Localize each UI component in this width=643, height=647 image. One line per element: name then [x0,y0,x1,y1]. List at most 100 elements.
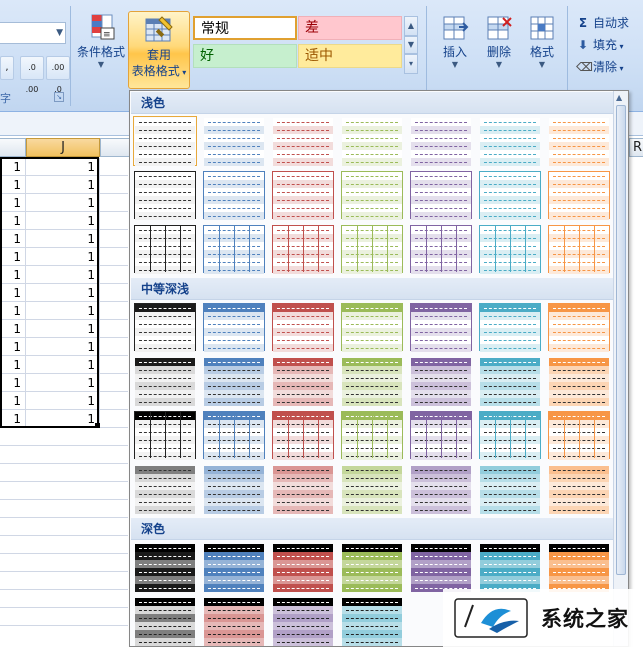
insert-cells-button[interactable]: 插入 ▼ [433,14,477,70]
grid-cell[interactable] [100,266,130,284]
cell-style-1[interactable]: 差 [298,16,402,40]
grid-cell[interactable] [100,212,130,230]
dialog-launcher-icon[interactable]: ↘ [54,92,64,102]
table-style-m4-purple[interactable] [410,465,472,514]
table-style-l2-aqua[interactable] [479,171,541,220]
fill-button[interactable]: ⬇ 填充 ▾ [576,36,624,53]
chevron-down-icon[interactable]: ▼ [56,28,63,38]
table-style-l3-orange[interactable] [548,225,610,274]
table-style-m1-orange[interactable] [548,303,610,352]
grid-cell[interactable] [100,338,130,356]
table-style-m1-none[interactable] [134,303,196,352]
gallery-more-button[interactable]: ▾ [404,54,418,74]
table-style-l3-aqua[interactable] [479,225,541,274]
grid-cell[interactable] [100,374,130,392]
table-style-l1-blue[interactable] [203,117,265,166]
table-style-m2-none[interactable] [134,357,196,406]
column-header[interactable] [100,138,130,157]
table-style-l1-aqua[interactable] [479,117,541,166]
table-style-d1-aqua[interactable] [479,543,541,592]
cell-style-0[interactable]: 常规 [193,16,297,40]
table-style-l2-red[interactable] [272,171,334,220]
table-style-m1-red[interactable] [272,303,334,352]
table-style-d1-green[interactable] [341,543,403,592]
table-style-m4-green[interactable] [341,465,403,514]
table-style-l2-purple[interactable] [410,171,472,220]
grid-cell[interactable] [100,320,130,338]
table-style-m1-purple[interactable] [410,303,472,352]
cell-style-2[interactable]: 好 [193,44,297,68]
table-style-d2-none[interactable] [134,597,196,646]
table-style-l2-green[interactable] [341,171,403,220]
grid-cell[interactable] [100,230,130,248]
table-style-m2-green[interactable] [341,357,403,406]
scroll-thumb[interactable] [616,105,626,575]
table-style-l1-red[interactable] [272,117,334,166]
scroll-up-icon[interactable]: ▲ [616,93,622,102]
table-style-d1-blue[interactable] [203,543,265,592]
grid-cell[interactable] [100,356,130,374]
table-style-m3-red[interactable] [272,411,334,460]
grid-cell[interactable] [100,302,130,320]
table-style-m3-none[interactable] [134,411,196,460]
dropdown-scrollbar[interactable]: ▲ [613,91,628,646]
table-style-d2-red[interactable] [203,597,265,646]
delete-cells-button[interactable]: 删除 ▼ [477,14,521,70]
table-style-d1-purple[interactable] [410,543,472,592]
table-style-l1-orange[interactable] [548,117,610,166]
clear-button[interactable]: ⌫清除 ▾ [576,58,624,75]
grid-cell[interactable] [100,410,130,428]
decrease-decimal-button[interactable]: .00 .0 [46,56,70,94]
format-cells-button[interactable]: 格式 ▼ [520,14,564,70]
increase-decimal-button[interactable]: .0 .00 [20,56,44,94]
table-style-l1-none[interactable] [133,116,197,166]
grid-cell[interactable] [100,284,130,302]
grid-cell[interactable] [100,176,130,194]
table-style-m1-blue[interactable] [203,303,265,352]
table-style-m4-red[interactable] [272,465,334,514]
table-style-m3-aqua[interactable] [479,411,541,460]
table-style-m4-aqua[interactable] [479,465,541,514]
table-style-m3-orange[interactable] [548,411,610,460]
cell-style-3[interactable]: 适中 [298,44,402,68]
table-style-l3-blue[interactable] [203,225,265,274]
table-style-l1-purple[interactable] [410,117,472,166]
fill-handle[interactable] [95,423,100,428]
grid-cell[interactable] [100,248,130,266]
number-format-combo[interactable]: ▼ [0,22,66,44]
grid-cell[interactable] [100,158,130,176]
table-style-m4-blue[interactable] [203,465,265,514]
table-style-d1-none[interactable] [134,543,196,592]
table-style-d1-orange[interactable] [548,543,610,592]
column-header-R[interactable]: R [629,138,643,157]
table-style-l3-green[interactable] [341,225,403,274]
table-style-m1-aqua[interactable] [479,303,541,352]
table-style-m3-blue[interactable] [203,411,265,460]
grid-cell[interactable] [100,194,130,212]
table-style-m2-purple[interactable] [410,357,472,406]
table-style-l3-none[interactable] [134,225,196,274]
conditional-format-button[interactable]: ≡ 条件格式 ▼ [74,12,128,70]
table-style-l3-purple[interactable] [410,225,472,274]
table-style-l1-green[interactable] [341,117,403,166]
table-style-m4-orange[interactable] [548,465,610,514]
table-style-m2-orange[interactable] [548,357,610,406]
table-style-m3-green[interactable] [341,411,403,460]
selection-range[interactable] [0,157,99,428]
table-style-m2-aqua[interactable] [479,357,541,406]
grid-cell[interactable] [100,392,130,410]
table-style-m1-green[interactable] [341,303,403,352]
table-style-l2-blue[interactable] [203,171,265,220]
autosum-button[interactable]: Σ 自动求 [576,14,629,31]
table-style-m2-red[interactable] [272,357,334,406]
table-style-m3-purple[interactable] [410,411,472,460]
column-header[interactable] [0,138,26,157]
table-style-l2-orange[interactable] [548,171,610,220]
column-header-J[interactable]: J [26,138,100,157]
table-style-l3-red[interactable] [272,225,334,274]
table-style-m4-none[interactable] [134,465,196,514]
table-style-m2-blue[interactable] [203,357,265,406]
gallery-scroll-up[interactable]: ▲ [404,16,418,36]
table-style-d1-red[interactable] [272,543,334,592]
table-style-d2-purple[interactable] [272,597,334,646]
